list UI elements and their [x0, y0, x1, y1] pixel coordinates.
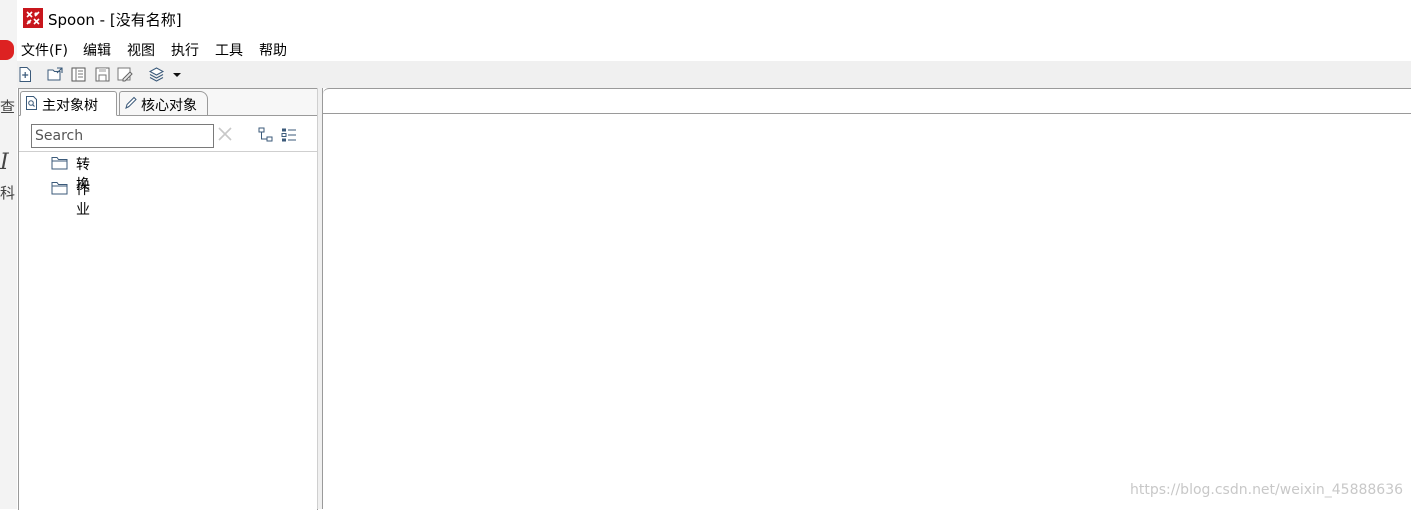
spoon-app-icon	[23, 8, 43, 28]
canvas-tab-bar	[323, 88, 1411, 114]
tab-main-object-tree-label: 主对象树	[42, 98, 98, 114]
save-as-icon[interactable]	[116, 66, 133, 83]
spoon-window: Spoon - [没有名称] 文件(F) 编辑 视图 执行 工具 帮助 主对象树…	[17, 0, 1411, 510]
background-glyph-2: I	[0, 150, 9, 175]
background-window-sliver: 查 I 科	[0, 0, 17, 509]
tree-item-label: 作业	[76, 182, 90, 218]
tab-main-object-tree[interactable]: 主对象树	[20, 91, 117, 116]
menu-edit[interactable]: 编辑	[83, 40, 111, 60]
clear-search-icon[interactable]	[216, 125, 234, 143]
save-icon[interactable]	[94, 66, 111, 83]
tab-core-objects-label: 核心对象	[141, 98, 197, 114]
left-panel: 主对象树 核心对象 转换 作业	[18, 88, 318, 510]
collapse-tree-icon[interactable]	[281, 127, 297, 143]
dropdown-arrow-icon[interactable]	[171, 66, 183, 83]
pencil-icon	[125, 96, 137, 109]
tab-core-objects[interactable]: 核心对象	[119, 91, 208, 115]
toolbar	[17, 61, 1411, 88]
search-input[interactable]	[31, 124, 214, 148]
menu-bar: 文件(F) 编辑 视图 执行 工具 帮助	[17, 38, 1411, 60]
menu-help[interactable]: 帮助	[259, 40, 287, 60]
canvas-area[interactable]	[322, 88, 1411, 509]
background-glyph-1: 查	[0, 98, 16, 116]
search-doc-icon	[26, 96, 37, 110]
background-red-logo	[0, 40, 14, 60]
menu-run[interactable]: 执行	[171, 40, 199, 60]
window-title: Spoon - [没有名称]	[48, 11, 182, 29]
background-glyph-3: 科	[0, 184, 16, 202]
folder-icon	[51, 157, 68, 170]
search-row	[19, 117, 317, 152]
watermark-text: https://blog.csdn.net/weixin_45888636	[1130, 482, 1404, 498]
title-bar[interactable]: Spoon - [没有名称]	[17, 0, 1411, 36]
open-file-icon[interactable]	[47, 66, 64, 83]
left-panel-tabs: 主对象树 核心对象	[19, 89, 317, 116]
explore-repository-icon[interactable]	[70, 66, 87, 83]
menu-view[interactable]: 视图	[127, 40, 155, 60]
expand-tree-icon[interactable]	[258, 127, 274, 143]
menu-file[interactable]: 文件(F)	[21, 40, 68, 60]
menu-tools[interactable]: 工具	[215, 40, 243, 60]
perspective-layers-icon[interactable]	[148, 66, 165, 83]
new-file-icon[interactable]	[17, 66, 34, 83]
folder-icon	[51, 182, 68, 195]
